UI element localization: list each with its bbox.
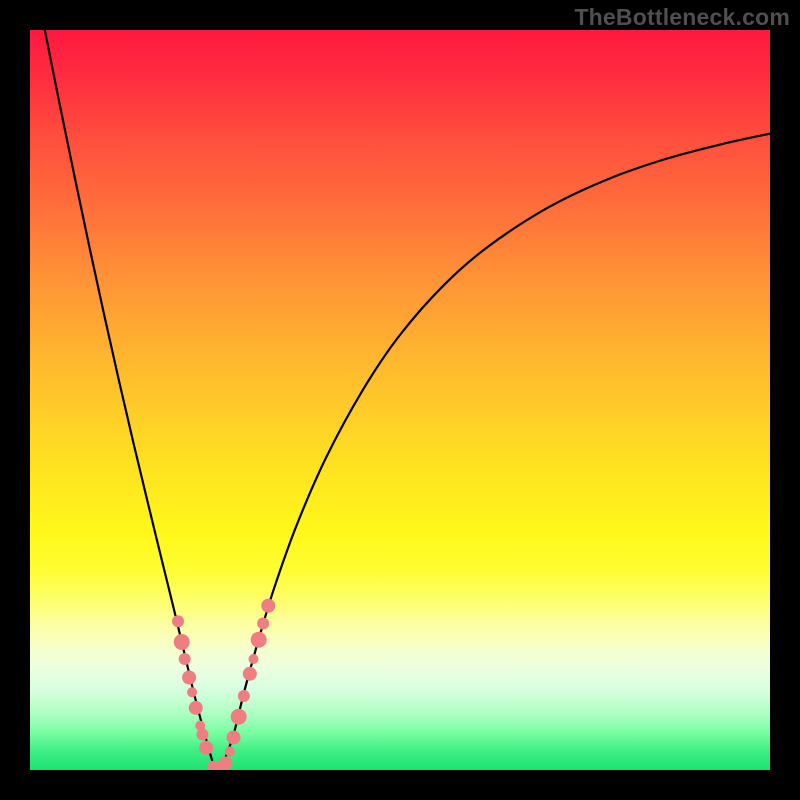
curve-right-branch <box>215 134 770 770</box>
data-point <box>243 667 257 681</box>
data-point <box>179 653 191 665</box>
data-point <box>187 687 197 697</box>
curve-group <box>45 30 770 770</box>
data-point <box>261 599 275 613</box>
data-point <box>251 632 267 648</box>
data-point <box>248 654 258 664</box>
data-point <box>218 756 232 770</box>
watermark-text: TheBottleneck.com <box>574 4 790 31</box>
data-point <box>189 701 203 715</box>
data-point <box>196 728 208 740</box>
data-point <box>227 730 241 744</box>
data-point <box>174 634 190 650</box>
data-point <box>225 747 235 757</box>
data-point <box>199 741 213 755</box>
chart-frame: TheBottleneck.com <box>0 0 800 800</box>
data-point <box>182 671 196 685</box>
data-point <box>238 690 250 702</box>
data-point <box>257 617 269 629</box>
data-point <box>231 709 247 725</box>
chart-svg <box>30 30 770 770</box>
data-point <box>172 615 184 627</box>
plot-area <box>30 30 770 770</box>
dot-group <box>172 599 275 770</box>
